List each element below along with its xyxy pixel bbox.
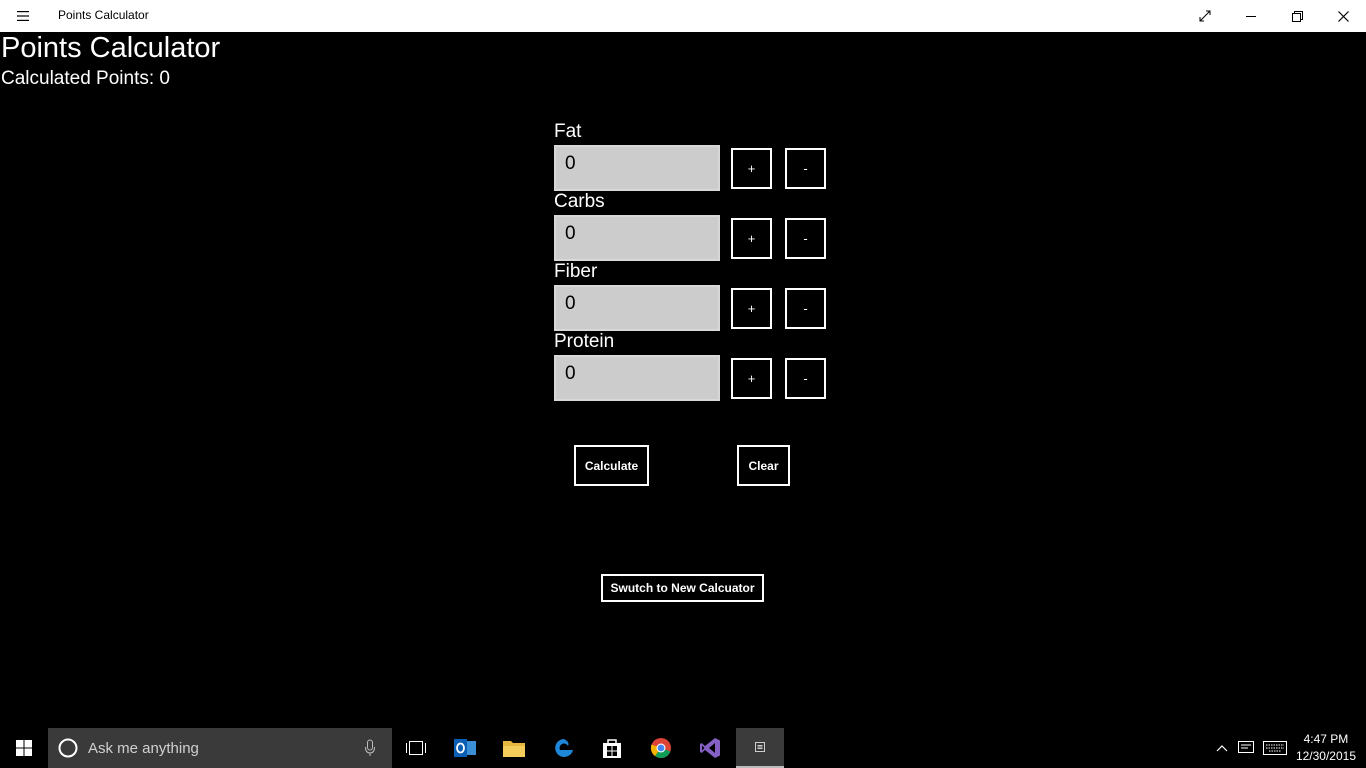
- protein-label: Protein: [554, 331, 615, 352]
- chevron-up-icon[interactable]: [1210, 728, 1234, 768]
- minimize-icon[interactable]: [1228, 0, 1274, 32]
- clock[interactable]: 4:47 PM 12/30/2015: [1296, 731, 1356, 765]
- calculate-button[interactable]: Calculate: [574, 445, 649, 486]
- keyboard-icon[interactable]: [1260, 728, 1290, 768]
- clock-time: 4:47 PM: [1303, 732, 1349, 746]
- carbs-minus-button[interactable]: -: [785, 218, 826, 259]
- file-explorer-icon[interactable]: [490, 728, 538, 768]
- window-title: Points Calculator: [58, 8, 149, 22]
- title-bar: Points Calculator: [0, 0, 1366, 32]
- close-icon[interactable]: [1320, 0, 1366, 32]
- fiber-input[interactable]: [554, 285, 720, 331]
- outlook-icon[interactable]: [441, 728, 489, 768]
- carbs-input[interactable]: [554, 215, 720, 261]
- restore-icon[interactable]: [1274, 0, 1320, 32]
- hamburger-menu-icon[interactable]: [8, 0, 38, 32]
- points-calculator-app-icon[interactable]: [736, 728, 784, 768]
- fiber-minus-button[interactable]: -: [785, 288, 826, 329]
- carbs-plus-button[interactable]: +: [731, 218, 772, 259]
- search-placeholder: Ask me anything: [88, 740, 199, 757]
- fiber-plus-button[interactable]: +: [731, 288, 772, 329]
- fiber-label: Fiber: [554, 261, 598, 282]
- switch-calculator-button[interactable]: Swutch to New Calcuator: [601, 574, 764, 602]
- windows-start-icon[interactable]: [0, 728, 48, 768]
- fat-label: Fat: [554, 121, 582, 142]
- store-icon[interactable]: [588, 728, 636, 768]
- carbs-label: Carbs: [554, 191, 605, 212]
- task-view-icon[interactable]: [392, 728, 440, 768]
- page-title: Points Calculator: [1, 32, 221, 64]
- chrome-icon[interactable]: [637, 728, 685, 768]
- protein-input[interactable]: [554, 355, 720, 401]
- fullscreen-icon[interactable]: [1182, 0, 1228, 32]
- cortana-search-box[interactable]: Ask me anything: [48, 728, 392, 768]
- fat-plus-button[interactable]: +: [731, 148, 772, 189]
- taskbar: Ask me anything 4:47 PM 12/30/2015: [0, 728, 1366, 768]
- protein-minus-button[interactable]: -: [785, 358, 826, 399]
- visual-studio-icon[interactable]: [686, 728, 734, 768]
- microphone-icon[interactable]: [364, 739, 376, 762]
- fat-input[interactable]: [554, 145, 720, 191]
- fat-minus-button[interactable]: -: [785, 148, 826, 189]
- action-center-icon[interactable]: [1234, 728, 1258, 768]
- edge-icon[interactable]: [540, 728, 588, 768]
- clock-date: 12/30/2015: [1295, 749, 1356, 763]
- clear-button[interactable]: Clear: [737, 445, 790, 486]
- protein-plus-button[interactable]: +: [731, 358, 772, 399]
- cortana-circle-icon: [58, 738, 78, 763]
- calculated-points-label: Calculated Points: 0: [1, 68, 170, 89]
